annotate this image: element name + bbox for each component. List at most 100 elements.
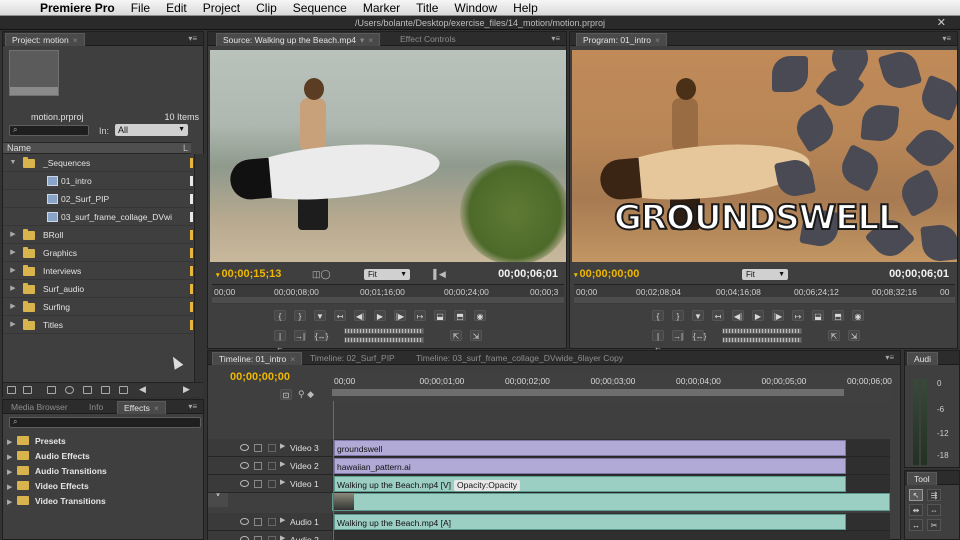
track-lock-icon[interactable] (268, 462, 276, 470)
label-color-swatch[interactable] (190, 248, 193, 258)
source-current-timecode[interactable]: ▾ 00;00;15;13 (216, 268, 281, 280)
list-item[interactable]: ▶ Graphics (3, 244, 193, 262)
opacity-dropdown[interactable]: Opacity:Opacity (454, 480, 521, 491)
timeline-clip[interactable]: hawaiian_pattern.ai (334, 458, 846, 474)
close-icon[interactable]: ✕ (937, 16, 946, 30)
timeline-current-timecode[interactable]: 00;00;00;00 (230, 371, 290, 383)
eye-icon[interactable] (240, 480, 249, 487)
mark-in-icon[interactable]: { (652, 310, 664, 321)
loop-icon[interactable]: {↔} (314, 330, 328, 341)
sync-lock-icon[interactable] (254, 462, 262, 470)
overwrite-icon[interactable]: ⬒ (832, 310, 844, 321)
loop-icon[interactable]: {↔} (692, 330, 706, 341)
menu-title[interactable]: Title (408, 0, 446, 16)
disclosure-closed-icon[interactable]: ▶ (9, 244, 17, 262)
effects-folder[interactable]: ▶ Presets (7, 434, 66, 449)
disclosure-closed-icon[interactable]: ▶ (7, 435, 15, 450)
label-color-swatch[interactable] (190, 194, 193, 204)
new-item-icon[interactable] (101, 386, 110, 394)
tab-program[interactable]: Program: 01_intro × (576, 33, 668, 46)
source-zoom-bar[interactable] (212, 297, 564, 303)
sync-lock-icon[interactable] (254, 444, 262, 452)
project-scrollbar[interactable] (194, 154, 204, 398)
marker-icon[interactable]: ◫◯ (312, 269, 331, 280)
label-color-swatch[interactable] (190, 212, 193, 222)
tab-project[interactable]: Project: motion × (5, 33, 85, 46)
list-item[interactable]: ▶ BRoll (3, 226, 193, 244)
speaker-icon[interactable] (240, 536, 249, 540)
automate-icon[interactable] (47, 386, 56, 394)
step-forward-icon[interactable]: |▶ (394, 310, 406, 321)
disclosure-closed-icon[interactable]: ▶ (280, 460, 285, 468)
jog-wheel[interactable] (722, 337, 802, 343)
play-icon[interactable]: ▶ (374, 310, 386, 321)
tab-tools[interactable]: Tool (907, 472, 937, 485)
go-to-prev-icon[interactable]: |← (652, 330, 664, 352)
sync-lock-icon[interactable] (254, 518, 262, 526)
overwrite-icon[interactable]: ⬒ (454, 310, 466, 321)
new-bin-icon[interactable] (83, 386, 92, 394)
find-icon[interactable] (65, 386, 74, 394)
program-fit-dropdown[interactable]: Fit ▼ (742, 269, 788, 280)
rolling-edit-tool-icon[interactable]: ⇔ (927, 504, 941, 516)
list-item[interactable]: ▶ Surfing (3, 298, 193, 316)
effects-folder[interactable]: ▶ Audio Effects (7, 449, 90, 464)
effects-folder[interactable]: ▶ Video Transitions (7, 494, 106, 509)
list-item[interactable]: 01_intro (3, 172, 193, 190)
go-to-in-icon[interactable]: ↤ (712, 310, 724, 321)
tab-effect-controls[interactable]: Effect Controls (394, 33, 462, 46)
track-lane[interactable]: Walking up the Beach.mp4 [A] (332, 513, 890, 531)
disclosure-closed-icon[interactable]: ▶ (280, 534, 285, 540)
panel-menu-icon[interactable]: ▾≡ (942, 34, 951, 43)
timeline-clip[interactable]: Walking up the Beach.mp4 [V] Opacity:Opac… (334, 476, 846, 492)
add-marker-icon[interactable]: ▼ (314, 310, 326, 321)
disclosure-closed-icon[interactable]: ▶ (7, 480, 15, 495)
tab-timeline-03-collage[interactable]: Timeline: 03_surf_frame_collage_DVwide_6… (410, 352, 629, 365)
in-dropdown[interactable]: All ▼ (115, 124, 188, 136)
add-marker-icon[interactable]: ▼ (692, 310, 704, 321)
effects-search-input[interactable]: ⌕ (9, 417, 201, 428)
menu-help[interactable]: Help (505, 0, 546, 16)
close-icon[interactable]: × (73, 35, 78, 45)
program-time-ruler[interactable]: 00;00 00;02;08;04 00;04;16;08 00;06;24;1… (574, 284, 955, 304)
shuttle-slider[interactable] (722, 328, 802, 334)
panel-menu-icon[interactable]: ▾≡ (551, 34, 560, 43)
track-lock-icon[interactable] (268, 518, 276, 526)
disclosure-closed-icon[interactable]: ▶ (9, 298, 17, 316)
label-color-swatch[interactable] (190, 266, 193, 276)
menu-app[interactable]: Premiere Pro (32, 0, 123, 16)
razor-tool-icon[interactable]: ✂ (927, 519, 941, 531)
tab-info[interactable]: Info (83, 401, 109, 414)
disclosure-closed-icon[interactable]: ▶ (280, 478, 285, 486)
extract-icon[interactable]: ⇲ (848, 330, 860, 341)
mark-out-icon[interactable]: } (294, 310, 306, 321)
go-to-next-icon[interactable]: →| (672, 330, 684, 341)
lift-icon[interactable]: ⇱ (828, 330, 840, 341)
extract-icon[interactable]: ⇲ (470, 330, 482, 341)
track-lane[interactable]: hawaiian_pattern.ai (332, 457, 890, 475)
timeline-ruler[interactable]: 00;00 00;00;01;00 00;00;02;00 00;00;03;00 00… (332, 371, 892, 405)
tab-source[interactable]: Source: Walking up the Beach.mp4 ▾ × (216, 33, 381, 46)
eye-icon[interactable] (240, 462, 249, 469)
label-color-swatch[interactable] (190, 158, 193, 168)
track-lock-icon[interactable] (268, 536, 276, 540)
effects-folder[interactable]: ▶ Audio Transitions (7, 464, 107, 479)
disclosure-closed-icon[interactable]: ▶ (7, 465, 15, 480)
panel-menu-icon[interactable]: ▾≡ (885, 353, 894, 362)
disclosure-closed-icon[interactable]: ▶ (9, 226, 17, 244)
snap-icon[interactable]: ⊡ (280, 389, 292, 400)
lift-icon[interactable]: ⇱ (450, 330, 462, 341)
add-marker-icon[interactable]: ⚲ ◆ (298, 389, 314, 400)
disclosure-closed-icon[interactable]: ▶ (9, 316, 17, 334)
disclosure-closed-icon[interactable]: ▶ (9, 280, 17, 298)
close-icon[interactable]: × (368, 35, 373, 45)
close-icon[interactable]: × (290, 354, 295, 364)
sync-lock-icon[interactable] (254, 480, 262, 488)
label-color-swatch[interactable] (190, 230, 193, 240)
label-color-swatch[interactable] (190, 284, 193, 294)
disclosure-closed-icon[interactable]: ▶ (280, 442, 285, 450)
track-lock-icon[interactable] (268, 480, 276, 488)
tab-timeline-02-surf-pip[interactable]: Timeline: 02_Surf_PIP (304, 352, 401, 365)
label-column-header[interactable]: L (183, 143, 188, 154)
list-item[interactable]: 03_surf_frame_collage_DVwi (3, 208, 193, 226)
